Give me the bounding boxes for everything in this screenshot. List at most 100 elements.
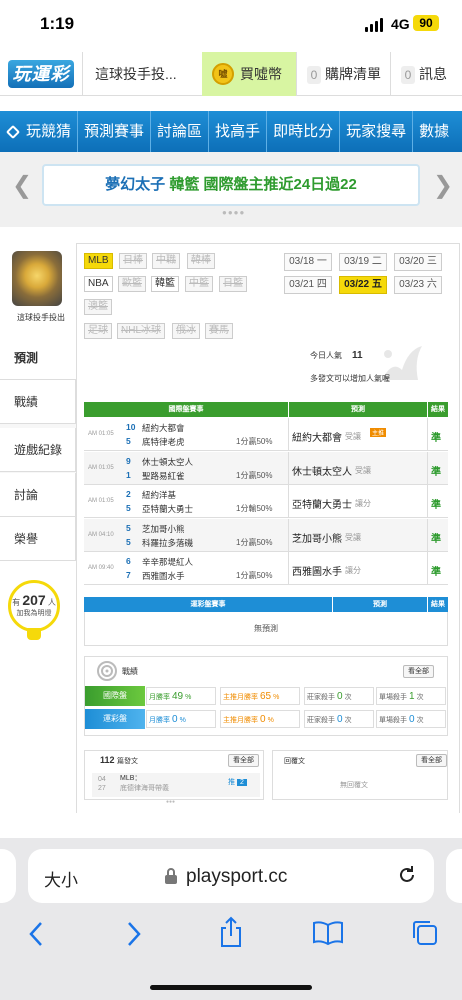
cart-button[interactable]: 0 購牌清單 [296,52,390,96]
text-size-button[interactable]: 大小 [44,866,78,891]
stats-view-all-button[interactable]: 看全部 [403,665,434,678]
profile-username: 這球投手投出 [17,313,65,322]
bookmarks-icon[interactable] [312,920,344,946]
nav-item[interactable]: 玩競猜 [20,111,79,152]
team1-name: 紐約大都會 [142,423,185,433]
nav-item[interactable]: 數據 [413,111,455,152]
team1-num: 5 [126,522,131,533]
pick-team: 紐約大都會 [292,433,342,444]
intl-header: 國際盤賽事 [84,402,288,417]
posts-view-all-button[interactable]: 看全部 [228,754,259,767]
date-tab[interactable]: 03/22 五 [339,276,387,294]
share-icon[interactable] [218,916,244,948]
team2-name: 西雅圖水手 [142,571,185,581]
stat-row-label: 運彩盤 [85,709,145,729]
date-tab[interactable]: 03/20 三 [394,253,442,271]
game-time: AM 01:05 [88,464,114,471]
col-divider [427,552,428,585]
sidebar-item-honor[interactable]: 榮譽 [0,517,76,561]
date-tab[interactable]: 03/23 六 [394,276,442,294]
post-title: MLB： [120,775,142,782]
col-divider [427,418,428,451]
league-tag[interactable]: 澳籃 [84,299,112,315]
counter-prefix: 有 [12,598,21,607]
next-tab-edge[interactable] [446,849,462,903]
banner-category: 韓籃 [169,176,200,193]
post-badge-label: 推 [228,779,235,786]
league-tag[interactable]: 日籃 [219,276,247,292]
stat-unit: % [273,694,280,701]
stat-win-rate: 月勝率 49% [146,687,216,705]
stat-caption: 月勝率 [149,717,170,724]
league-tag[interactable]: 韓籃 [151,276,179,292]
counter-suffix: 加我為明燈 [16,610,52,617]
stat-value: 0 [337,691,343,702]
cart-count: 0 [307,66,321,84]
intl-pred-header: 預測 [289,402,427,417]
nav-item[interactable]: 玩家搜尋 [340,111,414,152]
league-tag[interactable]: 賽馬 [205,323,233,339]
league-tag[interactable]: MLB [84,253,113,269]
league-tag[interactable]: 中職 [152,253,180,269]
reload-icon[interactable] [396,864,418,886]
sidebar-item-game-log[interactable]: 遊戲紀錄 [0,428,76,472]
league-tag[interactable]: 歐籃 [118,276,146,292]
intl-result-header: 結果 [428,402,448,417]
odds: 1分輸50% [236,504,273,513]
league-tag[interactable]: NHL冰球 [117,323,166,339]
team1-num: 6 [126,556,131,566]
nav-item[interactable]: 討論區 [151,111,210,152]
banner[interactable]: 夢幻太子 韓籃 國際盤主推近24日過22 [42,164,420,206]
league-tag[interactable]: NBA [84,276,113,292]
stat-main-rate: 主推月勝率 0% [220,710,300,728]
prev-tab-edge[interactable] [0,849,16,903]
replies-view-all-button[interactable]: 看全部 [416,754,447,767]
team2-name: 底特律老虎 [142,437,185,447]
league-tag[interactable]: 俄冰 [172,323,200,339]
post-badge-count: 2 [236,779,247,786]
user-menu[interactable]: 這球投手投... [82,52,202,96]
league-tag[interactable]: 日棒 [119,253,147,269]
col-divider [288,552,289,585]
stat-caption: 單場殺手 [379,694,407,701]
stat-win-rate: 月勝率 0% [146,710,216,728]
nav-item[interactable]: 預測賽事 [78,111,152,152]
banner-prev-icon[interactable]: ❮ [12,171,32,200]
stat-caption: 月勝率 [149,694,170,701]
back-icon[interactable] [26,920,46,948]
date-tab[interactable]: 03/21 四 [284,276,332,294]
league-tag[interactable]: 韓棒 [187,253,215,269]
team2-num: 5 [126,536,131,547]
game-time: AM 01:05 [88,498,114,504]
pick-tag: 受讓 [345,432,361,441]
sidebar-item-record[interactable]: 戰績 [0,380,76,424]
site-logo[interactable]: 玩運彩 [8,60,74,88]
stat-unit: % [185,694,192,701]
forward-icon[interactable] [124,920,144,948]
stat-banker-killer: 莊家殺手 0 次 [304,687,374,705]
lottery-pred-header: 預測 [333,597,427,612]
banner-dots: ●●●● [222,208,246,217]
col-divider [288,518,289,552]
lightbulb-icon[interactable]: 有 207 人 加我為明燈 [8,580,60,632]
date-tab[interactable]: 03/19 二 [339,253,387,271]
nav-item[interactable]: 即時比分 [267,111,341,152]
stat-unit: % [267,717,274,724]
nav-item[interactable]: 找高手 [209,111,268,152]
league-tag[interactable]: 足球 [84,323,112,339]
messages-button[interactable]: 0 訊息 [390,52,462,96]
stats-title: 戰績 [122,667,138,676]
pick-team: 亞特蘭大勇士 [292,500,352,511]
avatar[interactable] [12,251,62,306]
banner-next-icon[interactable]: ❯ [433,171,453,200]
sidebar-item-discuss[interactable]: 討論 [0,473,76,517]
team2-num: 5 [126,436,131,446]
stat-caption: 單場殺手 [379,717,407,724]
date-tab[interactable]: 03/18 一 [284,253,332,271]
league-tag[interactable]: 中籃 [185,276,213,292]
tabs-icon[interactable] [410,918,440,948]
game-time: AM 01:05 [88,431,114,437]
stat-value: 0 [260,714,266,725]
sidebar-item-predict[interactable]: 預測 [0,336,76,380]
lock-icon [165,868,177,884]
